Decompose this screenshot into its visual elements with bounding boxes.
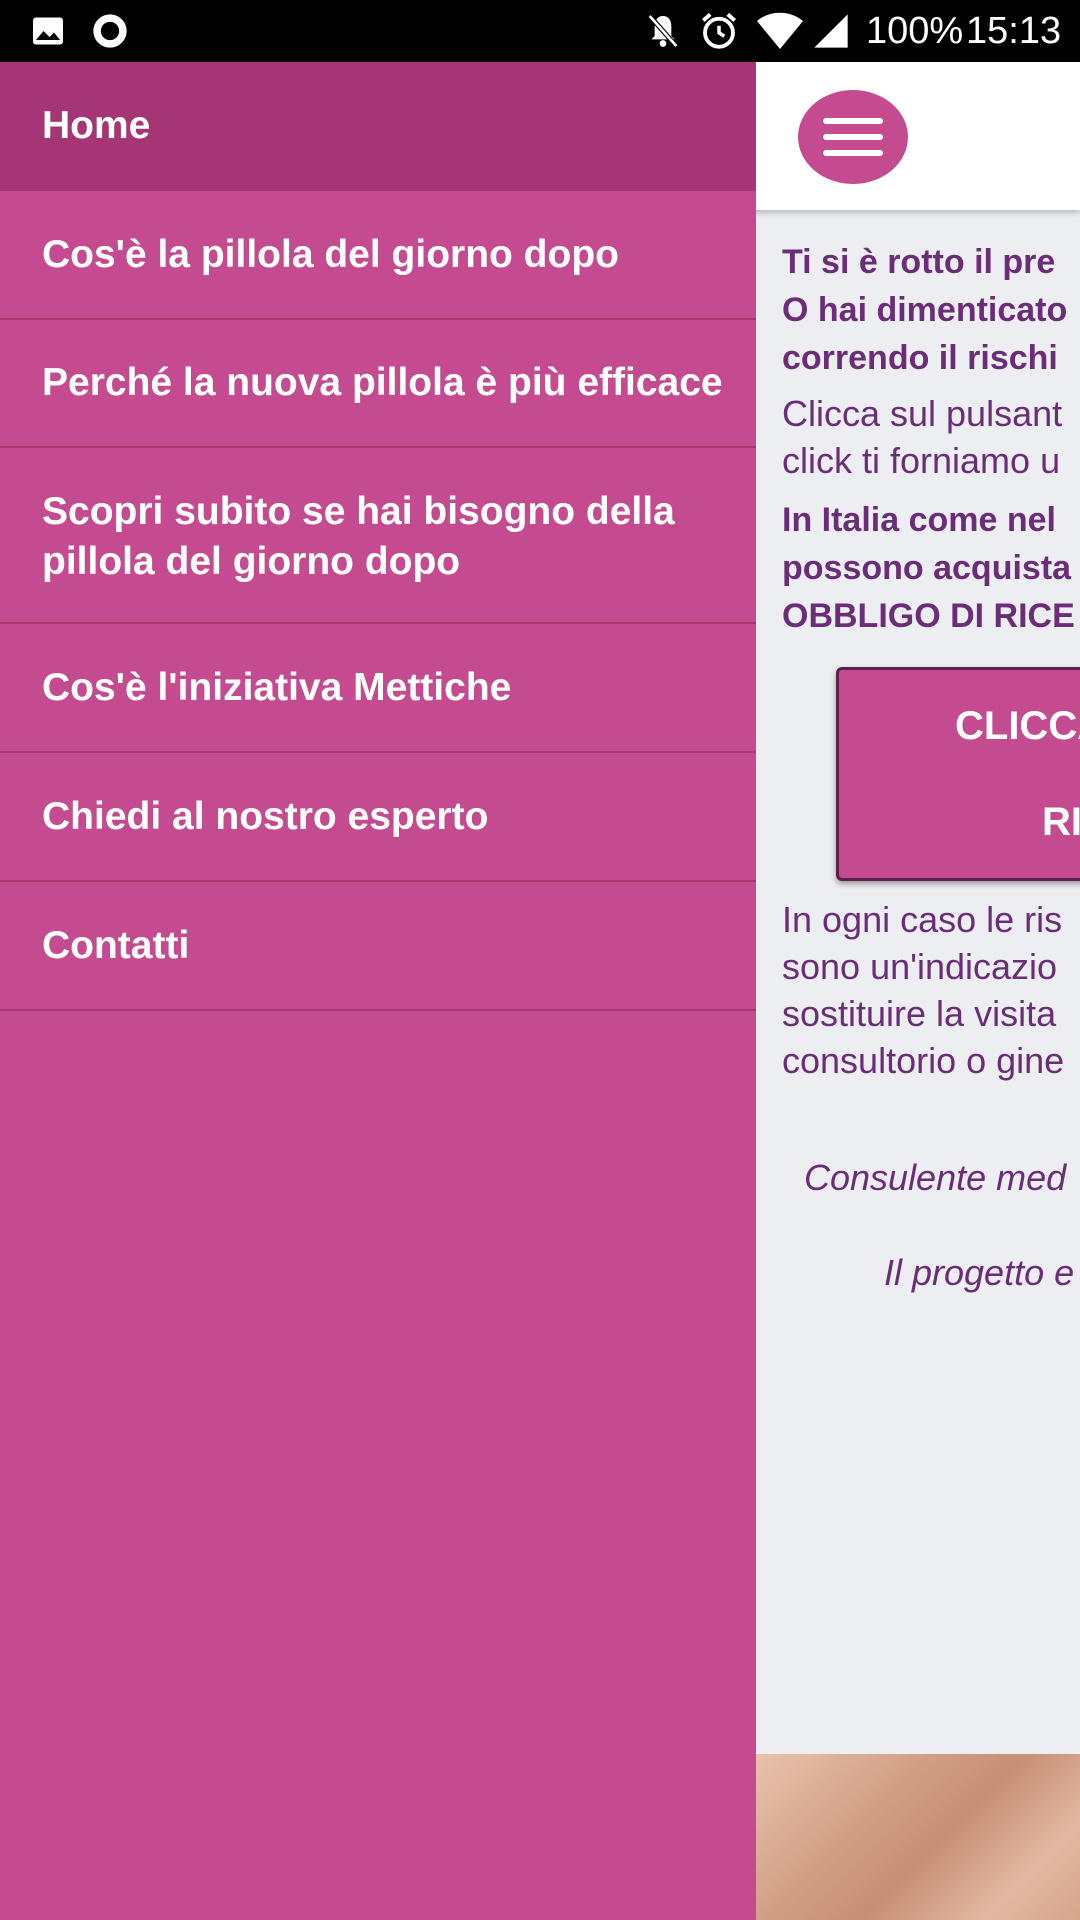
notifications-off-icon (640, 0, 686, 62)
drawer-item-ask-expert[interactable]: Chiedi al nostro esperto (0, 753, 756, 882)
drawer-item-label: Scopri subito se hai bisogno della pillo… (42, 490, 675, 583)
intro-text: Ti si è rotto il pre O hai dimenticato c… (782, 238, 1080, 648)
drawer-item-check-need[interactable]: Scopri subito se hai bisogno della pillo… (0, 448, 756, 624)
cta-label-line1: CLICCA (955, 704, 1080, 748)
drawer-item-why-new-pill[interactable]: Perché la nuova pillola è più efficace (0, 320, 756, 448)
drawer-item-home[interactable]: Home (0, 62, 756, 191)
battery-percentage: 100% (866, 10, 964, 52)
drawer-item-contacts[interactable]: Contatti (0, 882, 756, 1011)
drawer-item-label: Contatti (42, 924, 190, 967)
navigation-drawer: Home Cos'è la pillola del giorno dopo Pe… (0, 62, 756, 1920)
hamburger-icon (823, 118, 883, 156)
drawer-item-label: Perché la nuova pillola è più efficace (42, 361, 723, 404)
clock: 15:13 (966, 10, 1062, 52)
disclaimer-text: In ogni caso le ris sono un'indicazio so… (782, 899, 1065, 1081)
drawer-item-what-is-pill[interactable]: Cos'è la pillola del giorno dopo (0, 191, 756, 320)
menu-button[interactable] (798, 90, 908, 184)
wifi-icon (754, 0, 806, 62)
drawer-item-label: Home (42, 104, 151, 147)
image-icon (28, 0, 68, 62)
drawer-item-label: Cos'è l'iniziativa Mettiche (42, 666, 512, 709)
intro-italy-notice: In Italia come nel possono acquista OBBL… (782, 501, 1075, 635)
signal-icon (808, 0, 854, 62)
cta-button[interactable]: CLICCA RI (836, 667, 1080, 881)
cta-label-line2: RI (1042, 800, 1080, 844)
drawer-item-label: Chiedi al nostro esperto (42, 795, 489, 838)
status-bar: 100% 15:13 (0, 0, 1080, 62)
record-icon (88, 0, 132, 62)
drawer-item-initiative[interactable]: Cos'è l'iniziativa Mettiche (0, 624, 756, 753)
screen: 100% 15:13 Ti si è rotto il pre O hai di… (0, 0, 1080, 1920)
hero-image (756, 1754, 1080, 1920)
intro-question: Ti si è rotto il pre O hai dimenticato c… (782, 243, 1068, 377)
alarm-icon (696, 0, 742, 62)
intro-instructions: Clicca sul pulsant click ti forniamo u (782, 393, 1063, 481)
medical-consultant-note: Consulente med (804, 1157, 1067, 1198)
project-note: Il progetto e (884, 1252, 1075, 1293)
drawer-item-label: Cos'è la pillola del giorno dopo (42, 233, 619, 276)
